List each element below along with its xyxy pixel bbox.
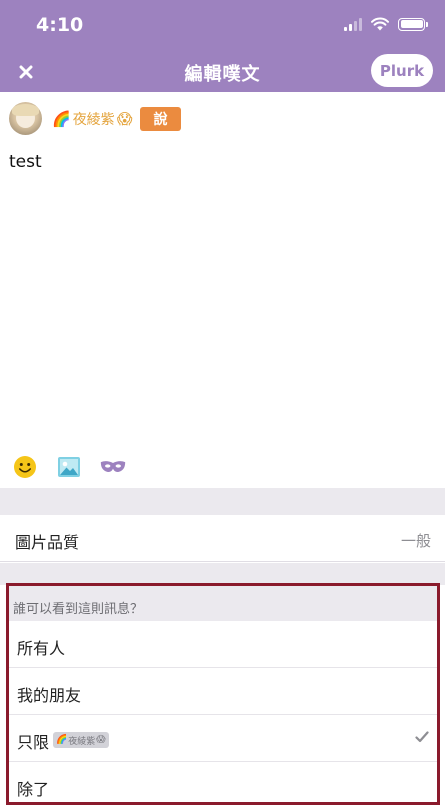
status-bar: 4:10 [0,0,445,52]
image-icon [58,457,80,477]
rainbow-icon: 🌈 [56,735,68,745]
smiley-icon [14,456,36,478]
image-quality-row[interactable]: 圖片品質 一般 [0,515,445,562]
section-separator [0,563,445,585]
privacy-option-only[interactable]: 只限 🌈 夜綾紫 😱 [9,715,437,762]
image-quality-value: 一般 [400,532,431,550]
image-upload-button[interactable] [56,454,82,480]
compose-toolbar [12,454,126,480]
compose-area: 🌈 夜綾紫 😱 說 test [0,92,445,488]
privacy-header: 誰可以看到這則訊息？ [9,586,437,621]
avatar [9,102,42,135]
privacy-option-friends[interactable]: 我的朋友 [9,668,437,715]
user-name-text: 夜綾紫 [72,112,115,128]
image-quality-label: 圖片品質 [15,533,80,552]
checkmark-icon [415,731,429,743]
anonymous-mask-button[interactable] [100,454,126,480]
nav-bar: 編輯噗文 Plurk [0,52,445,92]
privacy-option-everyone[interactable]: 所有人 [9,621,437,668]
status-time: 4:10 [36,14,84,36]
mask-icon [100,461,126,473]
privacy-options-panel: 誰可以看到這則訊息？ 所有人 我的朋友 只限 🌈 夜綾紫 😱 除了 [6,583,440,805]
section-separator [0,488,445,515]
post-text-input[interactable]: test [9,152,42,172]
option-label: 我的朋友 [17,686,82,705]
scream-emoji-icon: 😱 [116,110,133,128]
qualifier-button[interactable]: 說 [140,107,181,131]
user-name: 🌈 夜綾紫 😱 [52,109,132,129]
privacy-option-except[interactable]: 除了 [9,762,437,802]
plurk-submit-button[interactable]: Plurk [371,54,433,87]
emoticon-button[interactable] [12,454,38,480]
selected-user-badge: 🌈 夜綾紫 😱 [53,732,109,748]
wifi-icon [371,17,389,31]
cellular-signal-icon [344,17,362,31]
selected-user-name: 夜綾紫 [68,736,96,747]
option-label: 只限 [17,733,50,752]
status-icons [344,17,428,31]
rainbow-icon: 🌈 [52,110,71,128]
scream-emoji-icon: 😱 [96,735,106,745]
option-label: 除了 [17,780,50,799]
battery-icon [398,17,428,31]
option-label: 所有人 [17,639,66,658]
